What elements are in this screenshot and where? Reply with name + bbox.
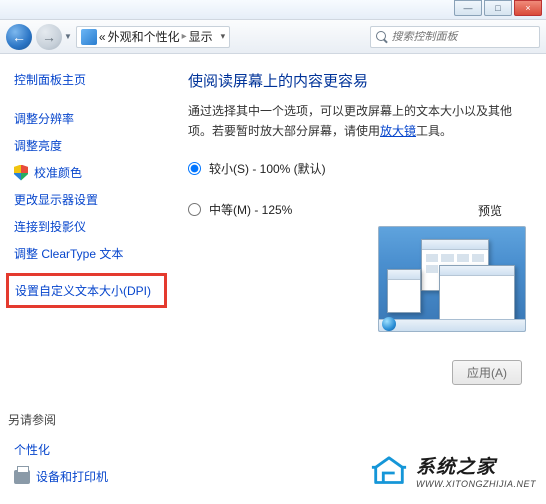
sidebar-item-display-settings[interactable]: 更改显示器设置 xyxy=(8,186,167,213)
radio-smaller[interactable] xyxy=(188,162,201,175)
radio-medium[interactable] xyxy=(188,203,201,216)
sidebar-item-label: 校准颜色 xyxy=(34,164,82,181)
breadcrumb[interactable]: « 外观和个性化 ▸ 显示 ▾ xyxy=(76,26,230,48)
option-label: 中等(M) - 125% xyxy=(209,201,292,218)
watermark-logo-icon xyxy=(370,454,408,492)
page-title: 使阅读屏幕上的内容更容易 xyxy=(188,70,526,91)
forward-button[interactable]: → xyxy=(36,24,62,50)
breadcrumb-dropdown[interactable]: ▾ xyxy=(215,31,226,42)
shield-icon xyxy=(14,165,28,181)
page-description: 通过选择其中一个选项，可以更改屏幕上的文本大小以及其他项。若要暂时放大部分屏幕，… xyxy=(188,101,526,142)
search-icon xyxy=(375,30,388,44)
navigation-bar: ← → ▼ « 外观和个性化 ▸ 显示 ▾ xyxy=(0,20,546,54)
back-button[interactable]: ← xyxy=(6,24,32,50)
watermark-url: WWW.XITONGZHIJIA.NET xyxy=(416,479,536,489)
magnifier-link[interactable]: 放大镜 xyxy=(380,124,416,138)
desc-text-a: 通过选择其中一个选项，可以更改屏幕上的文本大小以及其他项。若要暂时放大部分屏幕，… xyxy=(188,104,512,138)
watermark-title: 系统之家 xyxy=(416,457,536,479)
breadcrumb-item[interactable]: 显示 xyxy=(189,28,213,45)
search-box[interactable] xyxy=(370,26,540,48)
arrow-left-icon: ← xyxy=(12,29,26,45)
sidebar: 控制面板主页 调整分辨率 调整亮度 校准颜色 更改显示器设置 连接到投影仪 调整… xyxy=(0,54,168,504)
breadcrumb-item[interactable]: 外观和个性化 xyxy=(108,28,180,45)
sidebar-item-custom-dpi[interactable]: 设置自定义文本大小(DPI) xyxy=(13,282,160,299)
dpi-options: 较小(S) - 100% (默认) 中等(M) - 125% xyxy=(188,160,526,218)
desc-text-b: 工具。 xyxy=(416,124,452,138)
sidebar-home-link[interactable]: 控制面板主页 xyxy=(8,66,167,93)
arrow-right-icon: → xyxy=(42,29,56,45)
search-input[interactable] xyxy=(392,31,535,43)
content-pane: 使阅读屏幕上的内容更容易 通过选择其中一个选项，可以更改屏幕上的文本大小以及其他… xyxy=(168,54,546,504)
sidebar-item-resolution[interactable]: 调整分辨率 xyxy=(8,105,167,132)
preview-window-icon xyxy=(439,265,515,323)
sidebar-highlight-box: 设置自定义文本大小(DPI) xyxy=(6,273,167,308)
sidebar-footer-devices-printers[interactable]: 设备和打印机 xyxy=(8,463,168,490)
option-medium[interactable]: 中等(M) - 125% xyxy=(188,201,526,218)
sidebar-item-label: 设备和打印机 xyxy=(36,468,108,485)
sidebar-footer-title: 另请参阅 xyxy=(8,411,168,428)
preview-label: 预览 xyxy=(478,202,502,219)
nav-history-dropdown[interactable]: ▼ xyxy=(64,32,72,41)
sidebar-item-cleartype[interactable]: 调整 ClearType 文本 xyxy=(8,240,167,267)
sidebar-footer-personalization[interactable]: 个性化 xyxy=(8,436,168,463)
breadcrumb-prefix: « xyxy=(99,30,106,44)
sidebar-item-brightness[interactable]: 调整亮度 xyxy=(8,132,167,159)
preview-window-icon xyxy=(387,269,421,313)
maximize-button[interactable]: □ xyxy=(484,0,512,16)
watermark: 系统之家 WWW.XITONGZHIJIA.NET xyxy=(370,454,536,492)
window-titlebar: — □ × xyxy=(0,0,546,20)
apply-button[interactable]: 应用(A) xyxy=(452,360,522,385)
minimize-button[interactable]: — xyxy=(454,0,482,16)
option-label: 较小(S) - 100% (默认) xyxy=(209,160,326,177)
option-smaller[interactable]: 较小(S) - 100% (默认) xyxy=(188,160,526,177)
sidebar-item-projector[interactable]: 连接到投影仪 xyxy=(8,213,167,240)
sidebar-see-also: 另请参阅 个性化 设备和打印机 xyxy=(8,411,168,490)
preview-taskbar-icon xyxy=(379,319,525,331)
chevron-right-icon: ▸ xyxy=(182,31,187,42)
preview-start-orb-icon xyxy=(382,317,396,331)
control-panel-icon xyxy=(81,29,97,45)
printer-icon xyxy=(14,470,30,484)
sidebar-item-calibrate-color[interactable]: 校准颜色 xyxy=(8,159,167,186)
preview-thumbnail xyxy=(378,226,526,332)
close-button[interactable]: × xyxy=(514,0,542,16)
